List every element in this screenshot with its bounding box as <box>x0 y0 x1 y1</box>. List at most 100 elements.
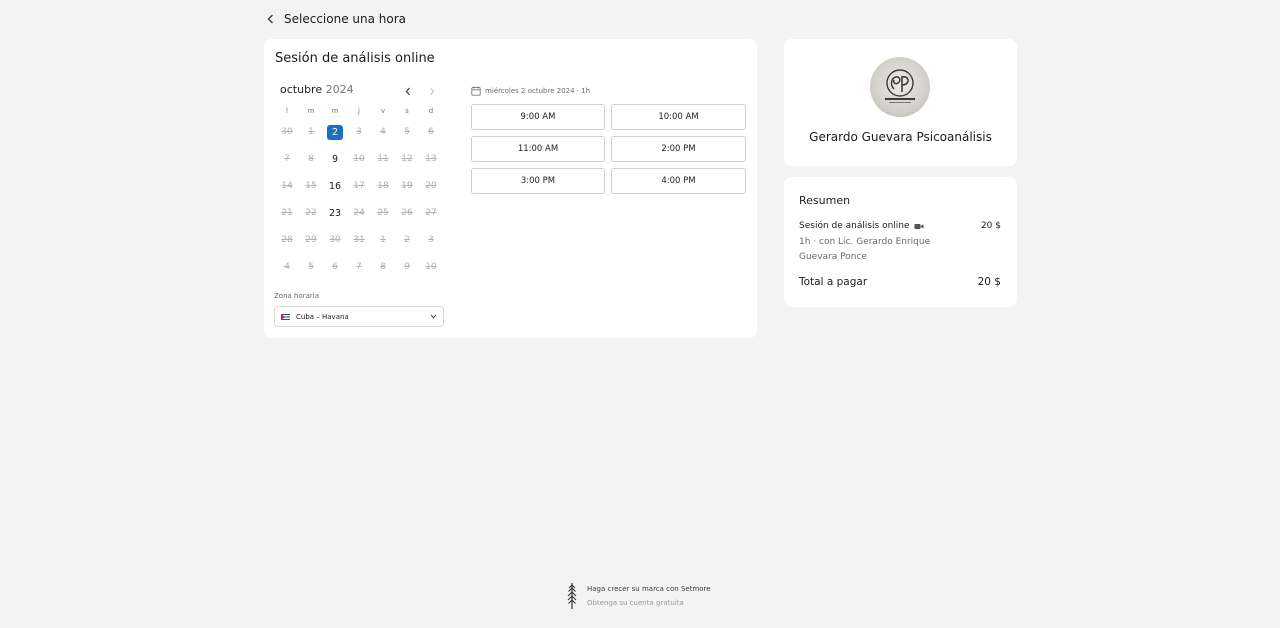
summary-detail: 1h · con Lic. Gerardo Enrique Guevara Po… <box>799 237 931 262</box>
calendar-day: 21 <box>275 206 299 233</box>
calendar-day-number: 1 <box>380 235 386 245</box>
back-button[interactable] <box>264 11 276 27</box>
time-slot-button[interactable]: 4:00 PM <box>611 168 746 194</box>
time-slot-button[interactable]: 11:00 AM <box>471 136 605 162</box>
calendar-day-number: 13 <box>425 154 437 164</box>
calendar-day: 30 <box>323 233 347 260</box>
timezone-select[interactable]: Cuba – Havana <box>274 306 444 327</box>
calendar-day: 1 <box>299 125 323 152</box>
weekday-label: d <box>428 107 434 115</box>
calendar-day: 8 <box>299 152 323 179</box>
calendar-day-number: 2 <box>404 235 410 245</box>
calendar-month: octubre 2024 <box>280 83 354 96</box>
calendar-day: 7 <box>347 260 371 287</box>
calendar-day-number: 1 <box>308 127 314 137</box>
calendar-day: 19 <box>395 179 419 206</box>
calendar-day-number: 10 <box>425 262 437 272</box>
timezone-label: Zona horaria <box>274 292 320 300</box>
next-month-button[interactable] <box>426 85 438 97</box>
calendar-day: 6 <box>323 260 347 287</box>
calendar-day: 1 <box>371 233 395 260</box>
summary-card: Resumen Sesión de análisis online 20 $ 1… <box>784 177 1017 307</box>
calendar-day: 6 <box>419 125 443 152</box>
calendar-day-number: 29 <box>305 235 317 245</box>
booking-card: Sesión de análisis online octubre 2024 l… <box>264 39 757 338</box>
prev-month-button[interactable] <box>402 85 414 97</box>
footer[interactable]: Haga crecer su marca con Setmore Obtenga… <box>567 583 711 609</box>
calendar-day-number: 27 <box>425 208 437 218</box>
footer-line-1: Haga crecer su marca con Setmore <box>587 585 711 593</box>
calendar: octubre 2024 lmmjvsd 30 1 2 3 4 5 6 7 8 9 10 11 12 13… <box>274 83 444 287</box>
calendar-icon <box>471 86 481 96</box>
calendar-day-selected[interactable]: 2 <box>323 125 347 152</box>
calendar-day: 4 <box>275 260 299 287</box>
calendar-day-number: 21 <box>281 208 293 218</box>
calendar-day-number: 7 <box>356 262 362 272</box>
weekday-label: s <box>405 107 409 115</box>
calendar-day-number: 16 <box>328 181 342 192</box>
month-year: 2024 <box>325 83 354 96</box>
time-slot-button[interactable]: 9:00 AM <box>471 104 605 130</box>
calendar-day-number: 15 <box>305 181 317 191</box>
calendar-day-number: 22 <box>305 208 317 218</box>
summary-service: Sesión de análisis online <box>799 221 924 231</box>
logo-icon <box>885 69 915 103</box>
calendar-day: 24 <box>347 206 371 233</box>
calendar-day-number: 23 <box>328 208 342 219</box>
calendar-day: 5 <box>299 260 323 287</box>
calendar-day: 26 <box>395 206 419 233</box>
calendar-day-number: 8 <box>308 154 314 164</box>
time-slot-button[interactable]: 2:00 PM <box>611 136 746 162</box>
calendar-day-number: 11 <box>377 154 389 164</box>
calendar-day-number: 20 <box>425 181 437 191</box>
cuba-flag-icon <box>281 313 290 320</box>
calendar-day[interactable]: 16 <box>323 179 347 206</box>
chevron-right-icon <box>430 87 435 95</box>
time-slot-button[interactable]: 10:00 AM <box>611 104 746 130</box>
calendar-day-number: 9 <box>404 262 410 272</box>
footer-text: Haga crecer su marca con Setmore Obtenga… <box>587 583 711 607</box>
calendar-day-number: 6 <box>332 262 338 272</box>
slot-date-label: miércoles 2 octubre 2024 · 1h <box>485 87 591 95</box>
calendar-header: octubre 2024 <box>274 83 444 99</box>
calendar-day[interactable]: 9 <box>323 152 347 179</box>
summary-title: Resumen <box>799 194 851 207</box>
provider-name: Gerardo Guevara Psicoanálisis <box>809 130 992 144</box>
calendar-day: 28 <box>275 233 299 260</box>
calendar-day-number: 5 <box>308 262 314 272</box>
calendar-day: 17 <box>347 179 371 206</box>
calendar-day-number: 12 <box>401 154 413 164</box>
chevron-left-icon <box>405 87 410 95</box>
calendar-weekdays: lmmjvsd <box>275 107 444 119</box>
video-camera-icon <box>914 223 924 229</box>
page-title: Seleccione una hora <box>284 12 407 26</box>
calendar-day-number: 8 <box>380 262 386 272</box>
calendar-day-number: 7 <box>284 154 290 164</box>
footer-line-2[interactable]: Obtenga su cuenta gratuita <box>587 599 711 607</box>
calendar-day: 27 <box>419 206 443 233</box>
calendar-day-number: 28 <box>281 235 293 245</box>
calendar-day-number: 26 <box>401 208 413 218</box>
calendar-day-number: 2 <box>327 125 343 140</box>
service-title: Sesión de análisis online <box>275 51 435 66</box>
timezone-value: Cuba – Havana <box>296 312 349 321</box>
time-slot-button[interactable]: 3:00 PM <box>471 168 605 194</box>
calendar-day-number: 17 <box>353 181 365 191</box>
calendar-day-number: 30 <box>281 127 293 137</box>
month-name: octubre <box>280 83 323 96</box>
calendar-day-number: 31 <box>353 235 365 245</box>
calendar-day-number: 5 <box>404 127 410 137</box>
calendar-day: 2 <box>395 233 419 260</box>
calendar-day: 3 <box>419 233 443 260</box>
calendar-day: 30 <box>275 125 299 152</box>
calendar-day: 10 <box>419 260 443 287</box>
weekday-label: l <box>286 107 288 115</box>
weekday-label: m <box>307 107 315 115</box>
calendar-day-number: 19 <box>401 181 413 191</box>
calendar-day-number: 24 <box>353 208 365 218</box>
calendar-day: 20 <box>419 179 443 206</box>
calendar-day: 13 <box>419 152 443 179</box>
calendar-day[interactable]: 23 <box>323 206 347 233</box>
calendar-day: 5 <box>395 125 419 152</box>
summary-price: 20 $ <box>980 221 1001 231</box>
